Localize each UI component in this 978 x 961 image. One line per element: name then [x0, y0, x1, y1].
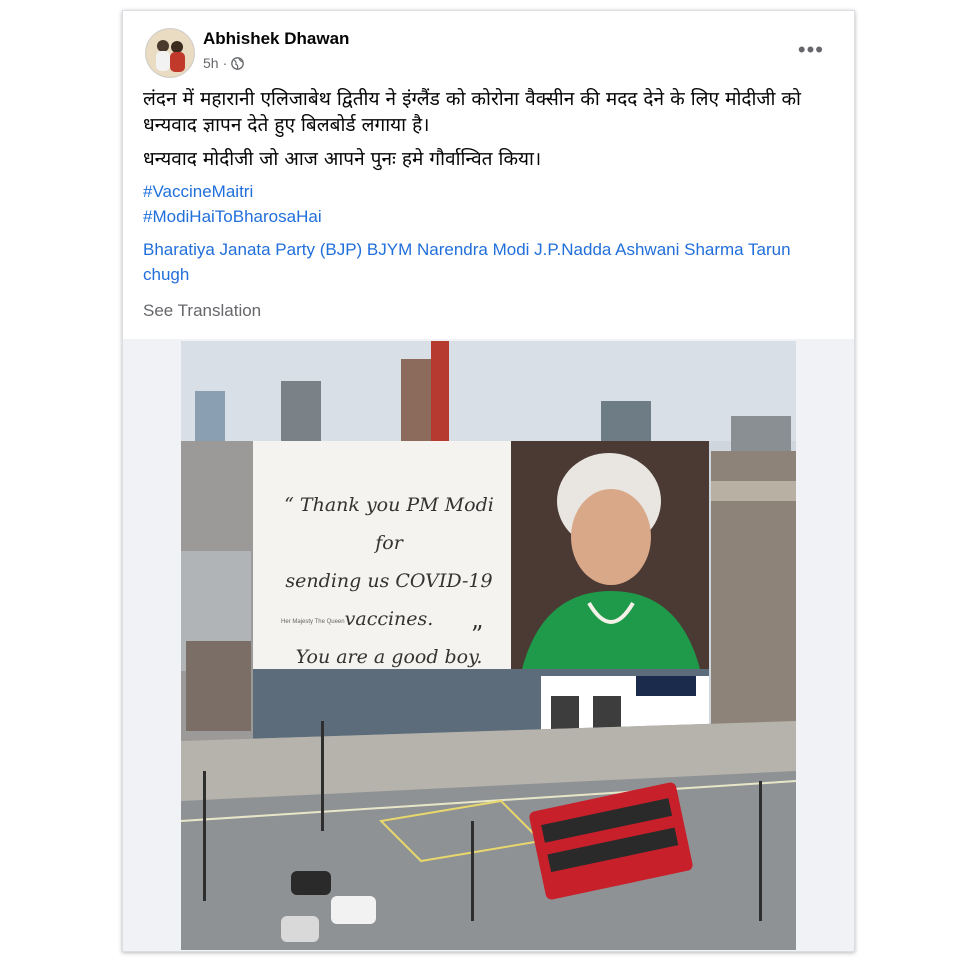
post-time[interactable]: 5h: [203, 55, 219, 71]
author-name[interactable]: Abhishek Dhawan: [203, 29, 349, 49]
post-photo-container: “ Thank you PM Modi for sending us COVID…: [123, 339, 854, 951]
mentions-links[interactable]: Bharatiya Janata Party (BJP) BJYM Narend…: [143, 237, 833, 287]
author-avatar[interactable]: [145, 28, 195, 78]
more-options-icon[interactable]: •••: [798, 37, 824, 63]
post-photo[interactable]: “ Thank you PM Modi for sending us COVID…: [181, 341, 796, 950]
hashtag-list: #VaccineMaitri #ModiHaiToBharosaHai: [143, 179, 833, 229]
post-text: लंदन में महारानी एलिजाबेथ द्वितीय ने इंग…: [143, 86, 833, 180]
post-text-line: धन्यवाद मोदीजी जो आज आपने पुनः हमे गौर्व…: [143, 148, 542, 170]
meta-dot: ·: [222, 55, 228, 71]
hashtag-link[interactable]: #VaccineMaitri: [143, 179, 833, 204]
billboard-line: sending us COVID-19: [285, 570, 493, 592]
post-header: Abhishek Dhawan 5h · •••: [123, 11, 854, 91]
avatar-image: [146, 29, 194, 77]
see-translation-link[interactable]: See Translation: [143, 301, 261, 321]
globe-icon[interactable]: [231, 56, 245, 70]
billboard-close-quote: ”: [471, 621, 484, 649]
hashtag-link[interactable]: #ModiHaiToBharosaHai: [143, 204, 833, 229]
billboard-line: “ Thank you PM Modi for: [284, 494, 494, 554]
post-meta: 5h ·: [203, 55, 245, 71]
post-card: Abhishek Dhawan 5h · ••• लंदन में महारान…: [122, 10, 855, 952]
billboard-signature: Her Majesty The Queen: [281, 619, 345, 625]
post-text-line: लंदन में महारानी एलिजाबेथ द्वितीय ने इंग…: [143, 88, 801, 136]
